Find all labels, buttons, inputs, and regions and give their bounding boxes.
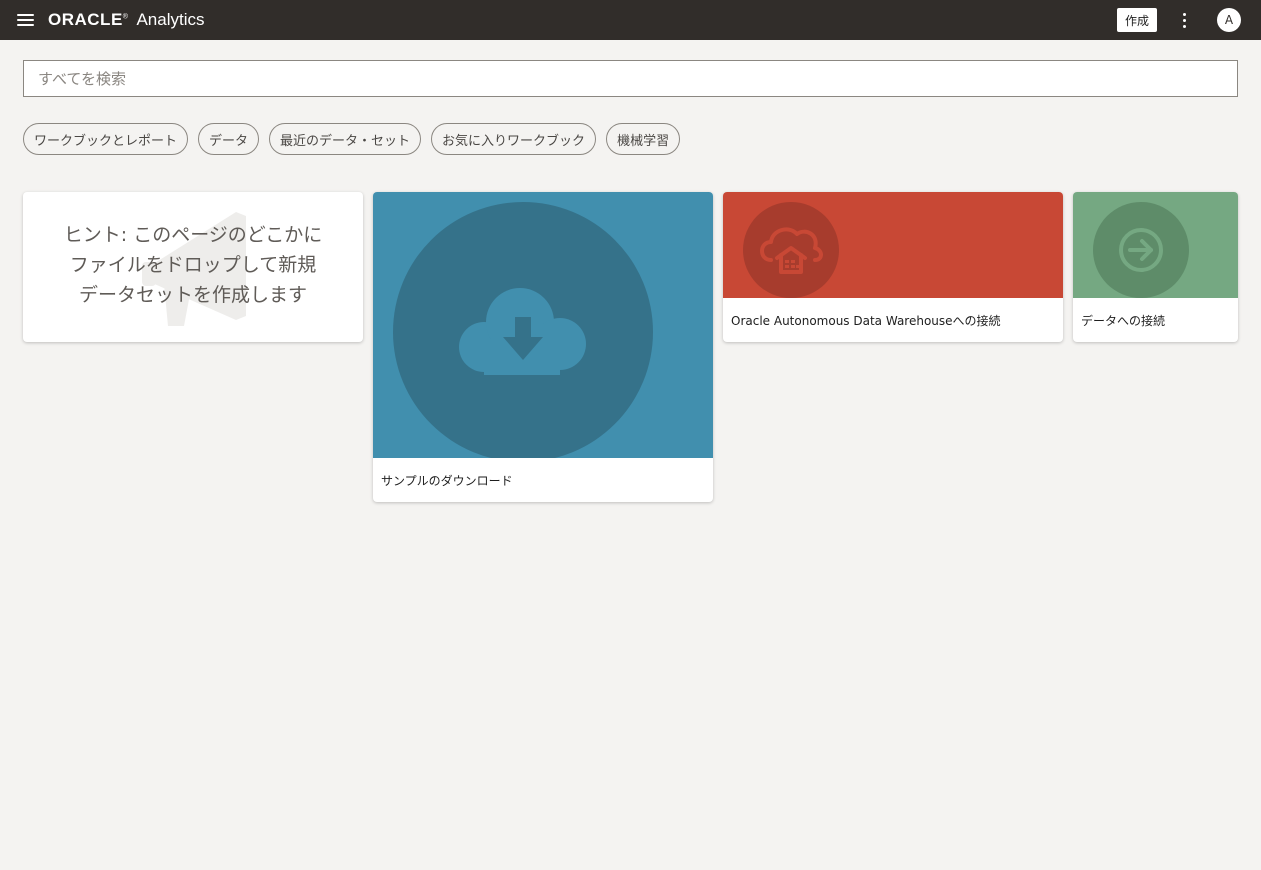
filter-chip-favorite-workbooks[interactable]: お気に入りワークブック (431, 123, 597, 155)
cloud-download-icon (459, 288, 586, 375)
adw-connection-label: Oracle Autonomous Data Warehouseへの接続 (731, 314, 1001, 328)
vertical-ellipsis-icon[interactable] (1176, 10, 1194, 30)
sample-download-card[interactable]: サンプルのダウンロード (373, 192, 713, 502)
filter-chip-machine-learning[interactable]: 機械学習 (606, 123, 681, 155)
arrow-circle-right-icon (1119, 228, 1163, 272)
hint-card: ヒント: このページのどこかに ファイルをドロップして新規 データセットを作成し… (23, 192, 363, 342)
filter-chip-data[interactable]: データ (198, 123, 260, 155)
filter-chip-recent-datasets[interactable]: 最近のデータ・セット (269, 123, 422, 155)
sample-download-label: サンプルのダウンロード (381, 474, 513, 488)
hint-line-2: ファイルをドロップして新規 (69, 254, 317, 276)
hint-line-1: ヒント: このページのどこかに (63, 224, 323, 246)
brand: ORACLE® Analytics (48, 10, 204, 30)
user-avatar[interactable]: A (1217, 8, 1241, 32)
data-connection-banner (1073, 192, 1238, 298)
oracle-logo: ORACLE® (48, 10, 129, 29)
hint-line-3: データセットを作成します (78, 284, 307, 306)
hamburger-menu-icon[interactable] (14, 11, 38, 29)
adw-connection-card[interactable]: Oracle Autonomous Data Warehouseへの接続 (723, 192, 1063, 342)
data-connection-label: データへの接続 (1081, 314, 1166, 328)
filter-chip-workbooks-reports[interactable]: ワークブックとレポート (23, 123, 189, 155)
search-input[interactable] (23, 60, 1238, 97)
product-name: Analytics (136, 10, 205, 29)
adw-banner (723, 192, 1063, 298)
sample-download-banner (373, 192, 713, 458)
data-connection-card[interactable]: データへの接続 (1073, 192, 1238, 342)
create-button[interactable]: 作成 (1117, 8, 1157, 32)
cloud-warehouse-icon (760, 227, 823, 274)
top-bar: ORACLE® Analytics 作成 A (0, 0, 1261, 40)
filter-chips: ワークブックとレポート データ 最近のデータ・セット お気に入りワークブック 機… (23, 123, 690, 155)
